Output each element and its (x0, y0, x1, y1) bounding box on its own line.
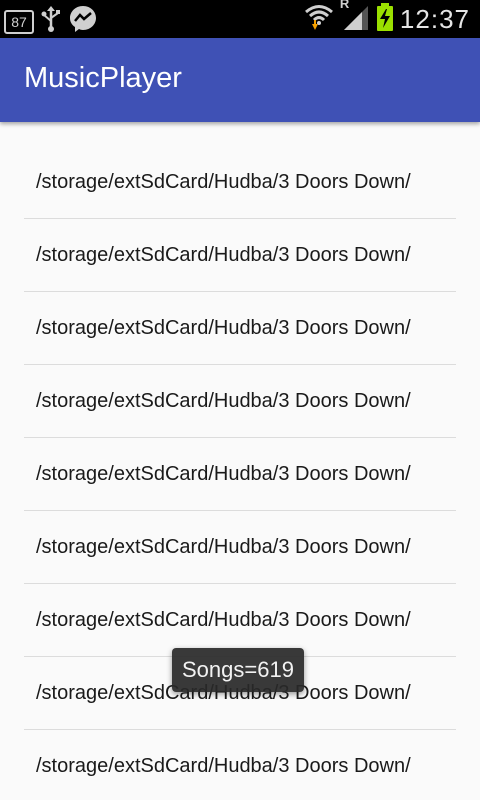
song-list-item[interactable]: /storage/extSdCard/Hudba/3 Doors Down/ (24, 438, 456, 511)
status-left: 87 (4, 4, 98, 39)
status-bar: 87 R 12:37 (0, 0, 480, 38)
song-list-item[interactable]: /storage/extSdCard/Hudba/3 Doors Down/ (24, 584, 456, 657)
song-path: /storage/extSdCard/Hudba/3 Doors Down/ (36, 243, 411, 266)
song-path: /storage/extSdCard/Hudba/3 Doors Down/ (36, 535, 411, 558)
status-clock: 12:37 (399, 3, 470, 34)
usb-icon (40, 5, 62, 38)
wifi-icon (304, 2, 334, 37)
app-title: MusicPlayer (24, 62, 182, 94)
song-list-item[interactable]: /storage/extSdCard/Hudba/3 Doors Down/ (24, 730, 456, 800)
signal-icon: R (339, 0, 370, 37)
song-list-item[interactable]: /storage/extSdCard/Hudba/3 Doors Down/ (24, 146, 456, 219)
song-path: /storage/extSdCard/Hudba/3 Doors Down/ (36, 389, 411, 412)
notification-count-badge: 87 (4, 9, 34, 34)
song-list-item[interactable]: /storage/extSdCard/Hudba/3 Doors Down/ (24, 219, 456, 292)
messenger-icon (68, 4, 98, 39)
song-list[interactable]: /storage/extSdCard/Hudba/3 Doors Down/ /… (24, 146, 456, 800)
song-path: /storage/extSdCard/Hudba/3 Doors Down/ (36, 170, 411, 193)
roaming-indicator: R (339, 0, 350, 11)
song-list-item[interactable]: /storage/extSdCard/Hudba/3 Doors Down/ (24, 365, 456, 438)
songs-count-toast: Songs=619 (172, 648, 304, 692)
status-right: R 12:37 (304, 0, 470, 38)
song-path: /storage/extSdCard/Hudba/3 Doors Down/ (36, 754, 411, 777)
song-list-item[interactable]: /storage/extSdCard/Hudba/3 Doors Down/ (24, 292, 456, 365)
battery-charging-icon (376, 2, 394, 37)
song-path: /storage/extSdCard/Hudba/3 Doors Down/ (36, 608, 411, 631)
song-path: /storage/extSdCard/Hudba/3 Doors Down/ (36, 316, 411, 339)
song-list-item[interactable]: /storage/extSdCard/Hudba/3 Doors Down/ (24, 511, 456, 584)
app-bar: MusicPlayer (0, 38, 480, 122)
song-path: /storage/extSdCard/Hudba/3 Doors Down/ (36, 462, 411, 485)
